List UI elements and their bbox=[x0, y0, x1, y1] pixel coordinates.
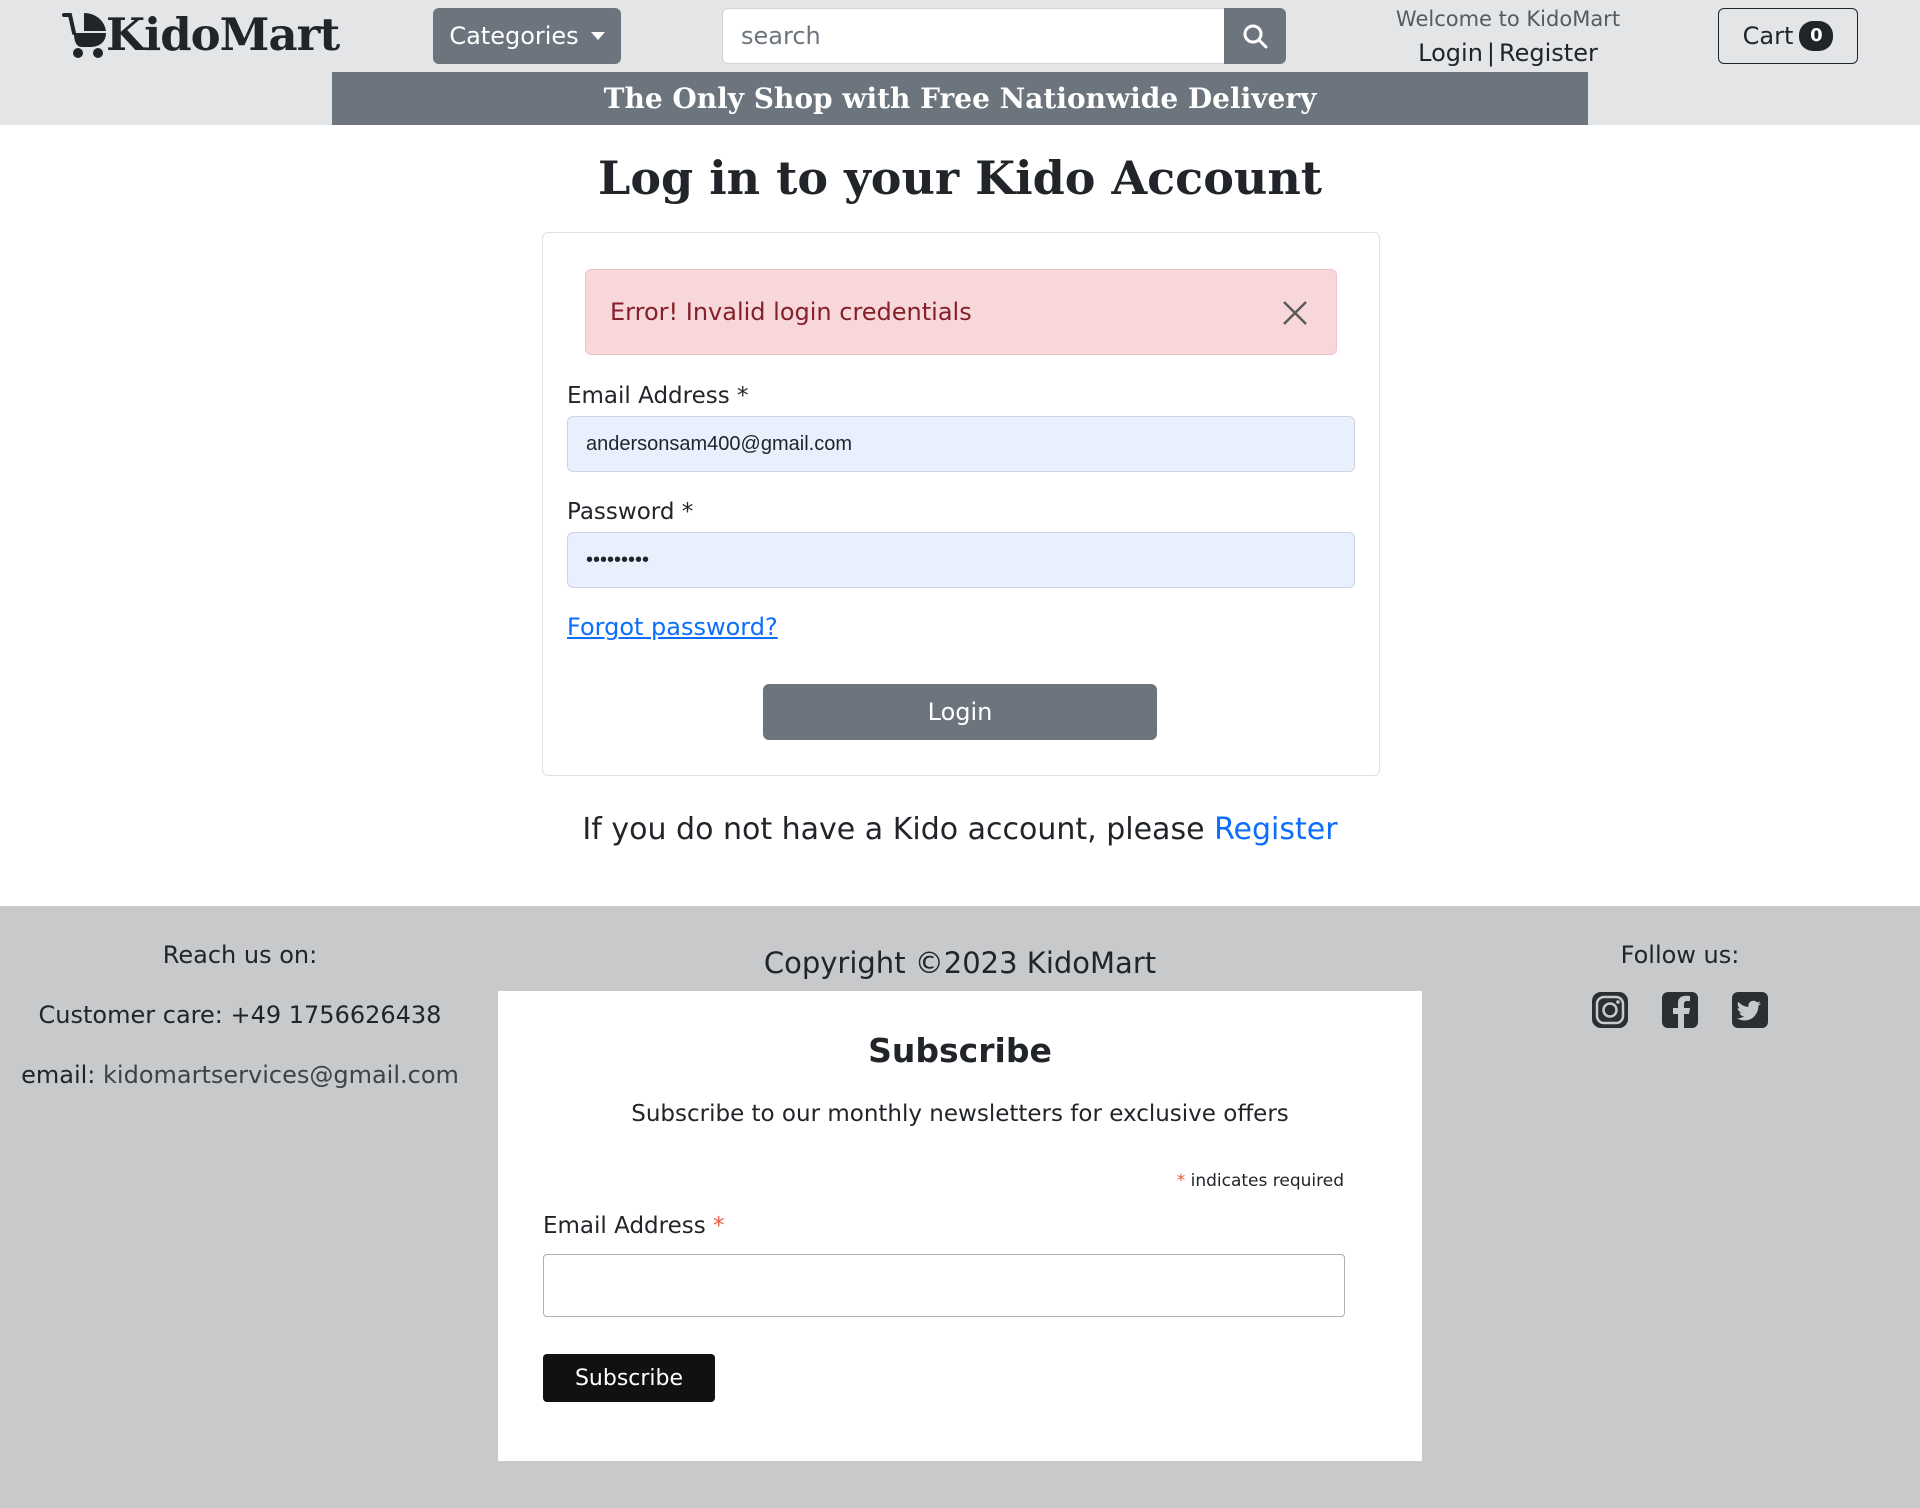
cart-button[interactable]: Cart 0 bbox=[1718, 8, 1858, 64]
categories-dropdown-button[interactable]: Categories bbox=[433, 8, 621, 64]
newsletter-subscribe-form: Subscribe Subscribe to our monthly newsl… bbox=[498, 991, 1422, 1461]
register-prompt: If you do not have a Kido account, pleas… bbox=[0, 812, 1920, 847]
brand-logo[interactable]: KidoMart bbox=[60, 7, 340, 61]
promo-banner: The Only Shop with Free Nationwide Deliv… bbox=[332, 72, 1588, 125]
error-alert: Error! Invalid login credentials bbox=[585, 269, 1337, 355]
register-link[interactable]: Register bbox=[1214, 812, 1338, 847]
search-input[interactable] bbox=[722, 8, 1224, 64]
contact-email: email: kidomartservices@gmail.com bbox=[0, 1060, 480, 1090]
login-button[interactable]: Login bbox=[763, 684, 1157, 740]
required-note-text: indicates required bbox=[1185, 1171, 1344, 1191]
cart-count-badge: 0 bbox=[1799, 21, 1834, 51]
password-field[interactable] bbox=[567, 532, 1355, 588]
header-register-link[interactable]: Register bbox=[1499, 39, 1598, 67]
auth-links: Login | Register bbox=[1360, 34, 1656, 72]
auth-separator: | bbox=[1486, 39, 1496, 67]
close-icon[interactable] bbox=[1280, 298, 1310, 328]
error-alert-text: Error! Invalid login credentials bbox=[610, 298, 972, 326]
email-label: Email Address * bbox=[567, 383, 749, 409]
customer-care-phone: Customer care: +49 1756626438 bbox=[38, 1001, 442, 1029]
login-form-card: Error! Invalid login credentials Email A… bbox=[542, 232, 1380, 776]
twitter-icon[interactable] bbox=[1730, 990, 1770, 1030]
instagram-icon[interactable] bbox=[1590, 990, 1630, 1030]
welcome-text: Welcome to KidoMart bbox=[1395, 7, 1621, 31]
search-button[interactable] bbox=[1224, 8, 1286, 64]
contact-email-link[interactable]: kidomartservices@gmail.com bbox=[103, 1061, 459, 1089]
welcome-block: Welcome to KidoMart Login | Register bbox=[1360, 4, 1656, 72]
header-login-link[interactable]: Login bbox=[1418, 39, 1483, 67]
cart-label: Cart bbox=[1742, 22, 1794, 50]
facebook-icon[interactable] bbox=[1660, 990, 1700, 1030]
search-icon bbox=[1243, 24, 1268, 49]
caret-down-icon bbox=[590, 32, 605, 40]
subscribe-email-label-text: Email Address bbox=[543, 1213, 714, 1239]
stroller-icon bbox=[62, 13, 106, 58]
forgot-password-link[interactable]: Forgot password? bbox=[567, 613, 778, 641]
subscribe-description: Subscribe to our monthly newsletters for… bbox=[631, 1101, 1289, 1127]
subscribe-button[interactable]: Subscribe bbox=[543, 1354, 715, 1402]
subscribe-email-field[interactable] bbox=[543, 1254, 1345, 1317]
subscribe-title: Subscribe bbox=[868, 1031, 1052, 1070]
brand-name: KidoMart bbox=[106, 7, 340, 61]
subscribe-email-label: Email Address * bbox=[543, 1213, 725, 1239]
site-footer: Reach us on: Customer care: +49 17566264… bbox=[0, 906, 1920, 1508]
social-block: Follow us: bbox=[1560, 940, 1800, 1030]
required-note: * indicates required bbox=[1177, 1171, 1344, 1191]
site-header: KidoMart Categories Welcome to KidoMart … bbox=[0, 0, 1920, 125]
subscribe-email-required-star: * bbox=[713, 1213, 725, 1239]
email-prefix: email: bbox=[21, 1061, 104, 1089]
follow-title: Follow us: bbox=[1620, 941, 1740, 969]
categories-label: Categories bbox=[449, 22, 579, 50]
required-star: * bbox=[1176, 1171, 1186, 1191]
password-label: Password * bbox=[567, 499, 694, 525]
page-title: Log in to your Kido Account bbox=[597, 151, 1323, 205]
register-prompt-text: If you do not have a Kido account, pleas… bbox=[582, 812, 1215, 847]
search-bar bbox=[722, 8, 1286, 64]
email-field[interactable] bbox=[567, 416, 1355, 472]
social-links bbox=[1560, 990, 1800, 1030]
